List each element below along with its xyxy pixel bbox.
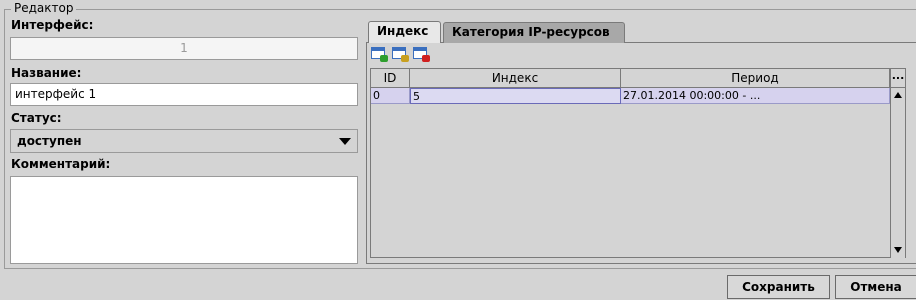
save-button[interactable]: Сохранить: [727, 275, 830, 299]
comment-textarea[interactable]: [10, 176, 358, 264]
table-row[interactable]: 0 5 27.01.2014 00:00:00 - ...: [371, 88, 890, 104]
delete-row-button[interactable]: [412, 46, 430, 62]
scroll-up-icon[interactable]: [894, 92, 902, 98]
tab-index[interactable]: Индекс: [368, 21, 441, 43]
comment-label: Комментарий:: [11, 157, 111, 171]
interface-label: Интерфейс:: [11, 18, 94, 32]
column-header-index[interactable]: Индекс: [410, 69, 621, 88]
editor-legend: Редактор: [11, 1, 77, 15]
chevron-down-icon: [339, 138, 351, 145]
interface-field: 1: [10, 37, 358, 60]
name-field[interactable]: интерфейс 1: [10, 83, 358, 106]
edit-row-button[interactable]: [391, 46, 409, 62]
scroll-down-icon[interactable]: [894, 247, 902, 253]
cell-id[interactable]: 0: [371, 88, 410, 104]
index-table: ID Индекс Период ... 0 5 27.01.2014 00:0…: [370, 68, 906, 258]
cancel-button[interactable]: Отмена: [835, 275, 916, 299]
cell-period[interactable]: 27.01.2014 00:00:00 - ...: [621, 88, 890, 104]
status-label: Статус:: [11, 111, 62, 125]
cell-index[interactable]: 5: [410, 88, 621, 104]
column-chooser-button[interactable]: ...: [890, 69, 905, 88]
tab-ip-resource-category[interactable]: Категория IP-ресурсов: [443, 22, 625, 43]
status-select[interactable]: доступен: [10, 129, 358, 153]
status-select-value: доступен: [17, 134, 82, 148]
vertical-scrollbar[interactable]: [890, 88, 905, 258]
column-header-id[interactable]: ID: [371, 69, 410, 88]
name-label: Название:: [11, 66, 82, 80]
column-header-period[interactable]: Период: [621, 69, 890, 88]
add-row-button[interactable]: [370, 46, 388, 62]
